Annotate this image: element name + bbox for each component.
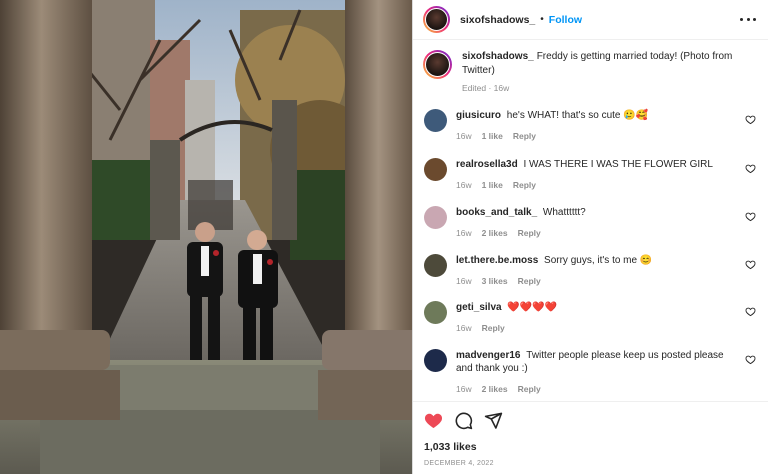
- comment-text: Sorry guys, it's to me 😊: [544, 255, 653, 266]
- heart-filled-icon[interactable]: [424, 411, 443, 430]
- commenter-username[interactable]: giusicuro: [456, 110, 504, 121]
- commenter-username[interactable]: geti_silva: [456, 302, 504, 313]
- reply-button[interactable]: Reply: [482, 323, 505, 333]
- comment-icon[interactable]: [454, 411, 473, 430]
- post-photo[interactable]: [0, 0, 412, 474]
- reply-button[interactable]: Reply: [513, 180, 536, 190]
- comment-likes[interactable]: 1 like: [482, 180, 503, 190]
- commenter-avatar[interactable]: [424, 254, 447, 277]
- comment-age: 16w: [456, 276, 472, 286]
- post-date: DECEMBER 4, 2022: [424, 460, 494, 467]
- heart-outline-icon[interactable]: [745, 114, 756, 125]
- more-options-icon[interactable]: [740, 12, 756, 26]
- instagram-post-view: sixofshadows_ • Follow sixofshadows_ Fred…: [0, 0, 768, 474]
- post-details-panel: sixofshadows_ • Follow sixofshadows_ Fred…: [412, 0, 768, 474]
- comment-age: 16w: [456, 131, 472, 141]
- comment-age: 16w: [456, 384, 472, 394]
- follow-button[interactable]: Follow: [549, 14, 582, 26]
- comment-likes[interactable]: 2 likes: [482, 228, 508, 238]
- reply-button[interactable]: Reply: [513, 131, 536, 141]
- comment-text: I WAS THERE I WAS THE FLOWER GIRL: [523, 159, 713, 170]
- comment-text: Whatttttt?: [542, 207, 586, 218]
- author-avatar[interactable]: [423, 6, 450, 33]
- post-photo-illustration: [0, 0, 412, 474]
- comment-age: 16w: [456, 228, 472, 238]
- comment-likes[interactable]: 3 likes: [482, 276, 508, 286]
- commenter-username[interactable]: books_and_talk_: [456, 207, 540, 218]
- commenter-avatar[interactable]: [424, 301, 447, 324]
- comment-likes[interactable]: 1 like: [482, 131, 503, 141]
- heart-outline-icon[interactable]: [745, 354, 756, 365]
- comments-list[interactable]: sixofshadows_ Freddy is getting married t…: [413, 41, 768, 401]
- comment-age: 16w: [456, 180, 472, 190]
- share-icon[interactable]: [484, 411, 503, 430]
- likes-count[interactable]: 1,033 likes: [424, 441, 477, 453]
- commenter-avatar[interactable]: [424, 349, 447, 372]
- heart-outline-icon[interactable]: [745, 306, 756, 317]
- caption-username[interactable]: sixofshadows_: [462, 51, 534, 62]
- commenter-username[interactable]: realrosella3d: [456, 159, 520, 170]
- comment-likes[interactable]: 2 likes: [482, 384, 508, 394]
- heart-outline-icon[interactable]: [745, 211, 756, 222]
- comment-age: 16w: [456, 323, 472, 333]
- reply-button[interactable]: Reply: [518, 384, 541, 394]
- commenter-username[interactable]: let.there.be.moss: [456, 255, 541, 266]
- commenter-avatar[interactable]: [424, 206, 447, 229]
- post-actions: 1,033 likes DECEMBER 4, 2022: [413, 401, 768, 474]
- heart-outline-icon[interactable]: [745, 163, 756, 174]
- caption-avatar[interactable]: [423, 50, 452, 79]
- commenter-avatar[interactable]: [424, 109, 447, 132]
- author-username[interactable]: sixofshadows_: [460, 14, 535, 26]
- heart-outline-icon[interactable]: [745, 259, 756, 270]
- post-header: sixofshadows_ • Follow: [413, 0, 768, 40]
- reply-button[interactable]: Reply: [518, 228, 541, 238]
- comment-text: ❤️❤️❤️❤️: [507, 302, 558, 313]
- reply-button[interactable]: Reply: [518, 276, 541, 286]
- caption-meta: Edited · 16w: [462, 83, 510, 93]
- commenter-username[interactable]: madvenger16: [456, 350, 523, 361]
- header-separator: •: [540, 14, 544, 25]
- commenter-avatar[interactable]: [424, 158, 447, 181]
- post-caption: sixofshadows_ Freddy is getting married t…: [423, 50, 758, 93]
- comment-text: he's WHAT! that's so cute 🥲🥰: [506, 110, 649, 121]
